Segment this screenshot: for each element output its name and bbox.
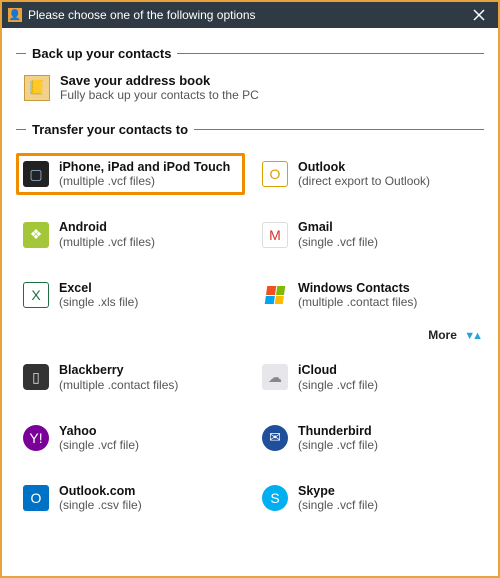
- wincontacts-icon: [262, 282, 288, 308]
- transfer-options-grid-top: ▢iPhone, iPad and iPod Touch(multiple .v…: [16, 143, 484, 316]
- option-subtitle: (single .vcf file): [298, 438, 378, 452]
- option-title: Outlook.com: [59, 484, 142, 498]
- transfer-option-gmail[interactable]: M Gmail(single .vcf file): [255, 213, 484, 255]
- option-subtitle: (multiple .vcf files): [59, 235, 155, 249]
- transfer-option-excel[interactable]: X Excel(single .xls file): [16, 274, 245, 316]
- outlookcom-icon: O: [23, 485, 49, 511]
- window-title: Please choose one of the following optio…: [28, 8, 466, 22]
- option-subtitle: (direct export to Outlook): [298, 174, 430, 188]
- transfer-option-android[interactable]: ❖ Android(multiple .vcf files): [16, 213, 245, 255]
- section-title-transfer: Transfer your contacts to: [26, 122, 194, 137]
- section-title-backup: Back up your contacts: [26, 46, 177, 61]
- option-title: Excel: [59, 281, 138, 295]
- option-title: Blackberry: [59, 363, 178, 377]
- transfer-option-yahoo[interactable]: Y! Yahoo(single .vcf file): [16, 417, 245, 459]
- transfer-option-blackberry[interactable]: ▯ Blackberry(multiple .contact files): [16, 356, 245, 398]
- chevron-down-icon: ▼▲: [464, 330, 480, 342]
- transfer-option-wincontacts[interactable]: Windows Contacts(multiple .contact files…: [255, 274, 484, 316]
- option-subtitle: (multiple .vcf files): [59, 174, 230, 188]
- skype-icon: S: [262, 485, 288, 511]
- option-title: iCloud: [298, 363, 378, 377]
- section-header-backup: Back up your contacts: [16, 46, 484, 61]
- excel-icon: X: [23, 282, 49, 308]
- option-subtitle: (single .vcf file): [59, 438, 139, 452]
- yahoo-icon: Y!: [23, 425, 49, 451]
- blackberry-icon: ▯: [23, 364, 49, 390]
- transfer-option-skype[interactable]: S Skype(single .vcf file): [255, 477, 484, 519]
- close-icon: [473, 9, 485, 21]
- transfer-option-iphone[interactable]: ▢ iPhone, iPad and iPod Touch(multiple .v…: [16, 153, 245, 195]
- titlebar: 👤 Please choose one of the following opt…: [2, 2, 498, 28]
- save-address-book-option[interactable]: 📒 Save your address book Fully back up y…: [16, 67, 484, 112]
- icloud-icon: ☁: [262, 364, 288, 390]
- option-title: iPhone, iPad and iPod Touch: [59, 160, 230, 174]
- address-book-icon: 📒: [24, 75, 50, 101]
- transfer-option-outlook[interactable]: O Outlook(direct export to Outlook): [255, 153, 484, 195]
- transfer-option-thunderbird[interactable]: ✉ Thunderbird(single .vcf file): [255, 417, 484, 459]
- option-subtitle: (multiple .contact files): [59, 378, 178, 392]
- option-title: Windows Contacts: [298, 281, 417, 295]
- option-title: Gmail: [298, 220, 378, 234]
- option-subtitle: (multiple .contact files): [298, 295, 417, 309]
- close-button[interactable]: [466, 2, 492, 28]
- outlook-icon: O: [262, 161, 288, 187]
- app-icon: 👤: [8, 8, 22, 22]
- option-title: Yahoo: [59, 424, 139, 438]
- gmail-icon: M: [262, 222, 288, 248]
- option-title: Thunderbird: [298, 424, 378, 438]
- option-title: Android: [59, 220, 155, 234]
- backup-title: Save your address book: [60, 73, 259, 88]
- android-icon: ❖: [23, 222, 49, 248]
- transfer-option-outlookcom[interactable]: O Outlook.com(single .csv file): [16, 477, 245, 519]
- section-header-transfer: Transfer your contacts to: [16, 122, 484, 137]
- transfer-options-grid-bottom: ▯ Blackberry(multiple .contact files) ☁ iCl…: [16, 346, 484, 519]
- more-label: More: [428, 328, 457, 342]
- option-title: Skype: [298, 484, 378, 498]
- transfer-option-icloud[interactable]: ☁ iCloud(single .vcf file): [255, 356, 484, 398]
- dialog-content: Back up your contacts 📒 Save your addres…: [2, 28, 498, 576]
- more-toggle[interactable]: More ▼▲: [16, 316, 484, 346]
- thunderbird-icon: ✉: [262, 425, 288, 451]
- option-subtitle: (single .vcf file): [298, 378, 378, 392]
- backup-subtitle: Fully back up your contacts to the PC: [60, 88, 259, 102]
- option-title: Outlook: [298, 160, 430, 174]
- option-subtitle: (single .xls file): [59, 295, 138, 309]
- option-subtitle: (single .vcf file): [298, 498, 378, 512]
- iphone-icon: ▢: [23, 161, 49, 187]
- option-subtitle: (single .csv file): [59, 498, 142, 512]
- option-subtitle: (single .vcf file): [298, 235, 378, 249]
